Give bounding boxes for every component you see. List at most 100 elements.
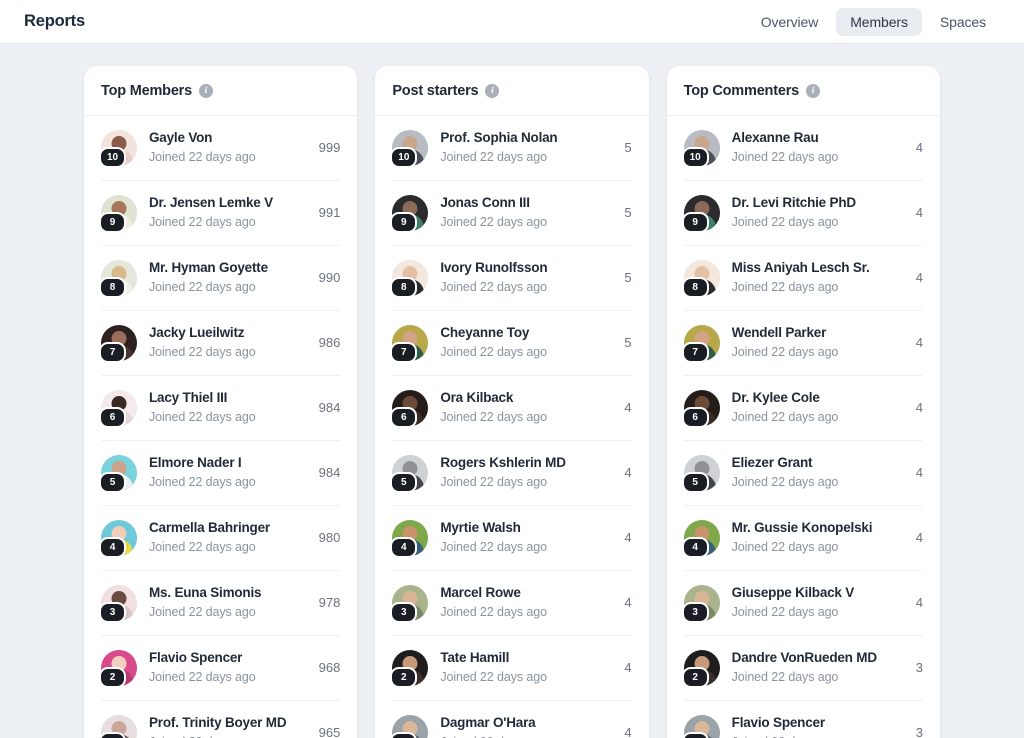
member-name[interactable]: Dr. Jensen Lemke V [149,194,301,212]
member-name[interactable]: Rogers Kshlerin MD [440,454,593,472]
member-name[interactable]: Myrtie Walsh [440,519,593,537]
list-item-text: Prof. Trinity Boyer MDJoined 22 days ago [149,714,301,738]
list-item[interactable]: 9 Dr. Jensen Lemke V Joined 22 days ago 991 [99,181,341,246]
info-icon[interactable]: i [199,84,213,98]
avatar[interactable]: 5 [99,454,137,493]
list-item[interactable]: 7 Jacky Lueilwitz Joined 22 days ago 986 [99,311,341,376]
avatar[interactable]: 5 [681,454,720,493]
member-name[interactable]: Dr. Kylee Cole [732,389,885,407]
member-name[interactable]: Prof. Sophia Nolan [440,129,593,147]
list-item[interactable]: 7 Wendell Parker Joined 22 days ago 4 [681,311,923,376]
member-name[interactable]: Jonas Conn III [440,194,593,212]
list-item[interactable]: 8 Ivory Runolfsson Joined 22 days ago 5 [390,246,632,311]
member-name[interactable]: Mr. Hyman Goyette [149,259,301,277]
list-item[interactable]: 4 Carmella Bahringer Joined 22 days ago 980 [99,506,341,571]
avatar[interactable]: 1 [99,714,137,738]
list-item[interactable]: 5 Eliezer Grant Joined 22 days ago 4 [681,441,923,506]
avatar[interactable]: 6 [681,389,720,428]
avatar[interactable]: 1 [681,714,720,738]
member-name[interactable]: Ms. Euna Simonis [149,584,301,602]
member-name[interactable]: Prof. Trinity Boyer MD [149,714,301,732]
avatar[interactable]: 7 [681,324,720,363]
list-item[interactable]: 5 Rogers Kshlerin MD Joined 22 days ago 4 [390,441,632,506]
list-item-text: Ivory Runolfsson Joined 22 days ago [440,259,593,297]
avatar[interactable]: 7 [390,324,429,363]
list-item[interactable]: 6 Lacy Thiel III Joined 22 days ago 984 [99,376,341,441]
member-name[interactable]: Mr. Gussie Konopelski [732,519,885,537]
tab-spaces[interactable]: Spaces [926,8,1000,36]
list-item[interactable]: 3 Ms. Euna Simonis Joined 22 days ago 978 [99,571,341,636]
member-name[interactable]: Dandre VonRueden MD [732,649,885,667]
list-item[interactable]: 10 Alexanne Rau Joined 22 days ago 4 [681,116,923,181]
member-name[interactable]: Cheyanne Toy [440,324,593,342]
avatar[interactable]: 8 [681,259,720,298]
list-item[interactable]: 2 Flavio Spencer Joined 22 days ago 968 [99,636,341,701]
member-name[interactable]: Giuseppe Kilback V [732,584,885,602]
member-name[interactable]: Carmella Bahringer [149,519,301,537]
avatar[interactable]: 5 [390,454,429,493]
list-item[interactable]: 5 Elmore Nader I Joined 22 days ago 984 [99,441,341,506]
tab-members[interactable]: Members [836,7,922,36]
avatar[interactable]: 10 [99,129,137,168]
member-name[interactable]: Ivory Runolfsson [440,259,593,277]
avatar[interactable]: 7 [99,324,137,363]
avatar[interactable]: 2 [681,649,720,688]
list-item[interactable]: 6 Ora Kilback Joined 22 days ago 4 [390,376,632,441]
avatar[interactable]: 9 [681,194,720,233]
member-name[interactable]: Lacy Thiel III [149,389,301,407]
member-name[interactable]: Wendell Parker [732,324,885,342]
list-item[interactable]: 10 Gayle Von Joined 22 days ago 999 [99,116,341,181]
list-item[interactable]: 2 Tate Hamill Joined 22 days ago 4 [390,636,632,701]
avatar[interactable]: 6 [99,389,137,428]
avatar[interactable]: 3 [390,584,429,623]
member-name[interactable]: Ora Kilback [440,389,593,407]
member-name[interactable]: Flavio Spencer [149,649,301,667]
list-item[interactable]: 8 Mr. Hyman Goyette Joined 22 days ago 990 [99,246,341,311]
member-name[interactable]: Jacky Lueilwitz [149,324,301,342]
avatar[interactable]: 10 [681,129,720,168]
avatar[interactable]: 1 [390,714,429,738]
list-item[interactable]: 4 Mr. Gussie Konopelski Joined 22 days ago… [681,506,923,571]
list-item[interactable]: 7 Cheyanne Toy Joined 22 days ago 5 [390,311,632,376]
member-name[interactable]: Eliezer Grant [732,454,885,472]
avatar[interactable]: 4 [99,519,137,558]
member-score: 5 [624,335,632,351]
member-name[interactable]: Alexanne Rau [732,129,885,147]
list-item[interactable]: 9 Jonas Conn III Joined 22 days ago 5 [390,181,632,246]
list-item[interactable]: 3 Giuseppe Kilback V Joined 22 days ago 4 [681,571,923,636]
avatar[interactable]: 6 [390,389,429,428]
avatar[interactable]: 8 [99,259,137,298]
avatar[interactable]: 9 [390,194,429,233]
avatar[interactable]: 3 [681,584,720,623]
avatar[interactable]: 2 [99,649,137,688]
list-item[interactable]: 9 Dr. Levi Ritchie PhD Joined 22 days ago 4 [681,181,923,246]
member-name[interactable]: Tate Hamill [440,649,593,667]
avatar[interactable]: 4 [390,519,429,558]
list-item[interactable]: 1 Prof. Trinity Boyer MDJoined 22 days ag… [99,701,340,738]
list-item[interactable]: 6 Dr. Kylee Cole Joined 22 days ago 4 [681,376,923,441]
list-item[interactable]: 4 Myrtie Walsh Joined 22 days ago 4 [390,506,632,571]
avatar[interactable]: 8 [390,259,429,298]
list-item[interactable]: 8 Miss Aniyah Lesch Sr. Joined 22 days ago… [681,246,923,311]
member-name[interactable]: Flavio Spencer [732,714,885,732]
list-item[interactable]: 3 Marcel Rowe Joined 22 days ago 4 [390,571,632,636]
info-icon[interactable]: i [485,84,500,98]
member-name[interactable]: Gayle Von [149,129,301,147]
list-item[interactable]: 1 Dagmar O'HaraJoined 22 days ago 4 [390,701,632,738]
avatar[interactable]: 10 [390,129,429,168]
avatar[interactable]: 2 [390,649,429,688]
tab-overview[interactable]: Overview [747,8,833,36]
list-item[interactable]: 10 Prof. Sophia Nolan Joined 22 days ago 5 [390,116,632,181]
list-item[interactable]: 1 Flavio SpencerJoined 22 days ago 3 [681,701,923,738]
member-name[interactable]: Elmore Nader I [149,454,301,472]
info-icon[interactable]: i [806,84,821,98]
member-name[interactable]: Dr. Levi Ritchie PhD [732,194,885,212]
avatar[interactable]: 9 [99,194,137,233]
list-item[interactable]: 2 Dandre VonRueden MD Joined 22 days ago 3 [681,636,923,701]
avatar[interactable]: 4 [681,519,720,558]
member-joined-date: Joined 22 days ago [731,475,839,490]
member-name[interactable]: Marcel Rowe [440,584,593,602]
avatar[interactable]: 3 [99,584,137,623]
member-name[interactable]: Dagmar O'Hara [440,714,593,732]
member-name[interactable]: Miss Aniyah Lesch Sr. [732,259,885,277]
